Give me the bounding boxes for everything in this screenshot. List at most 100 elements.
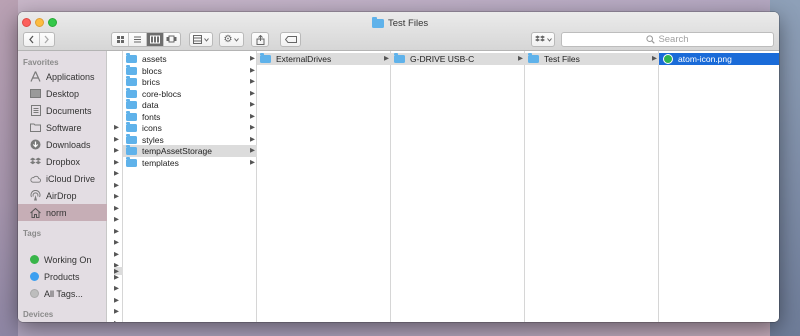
dropbox-button[interactable] — [531, 32, 555, 47]
favorites-header: Favorites — [23, 58, 59, 67]
minimize-button[interactable] — [35, 18, 44, 27]
action-button[interactable]: ⚙ — [219, 32, 244, 47]
list-view-button[interactable] — [129, 33, 147, 46]
list-item[interactable]: templates ▶ — [123, 156, 257, 169]
sidebar-item-dropbox[interactable]: Dropbox — [18, 153, 107, 170]
column-view-button[interactable] — [146, 33, 164, 46]
disclosure-triangle-icon: ▶ — [114, 182, 119, 189]
list-item[interactable]: data ▶ — [123, 98, 257, 111]
list-item[interactable]: assets ▶ — [123, 52, 257, 65]
sidebar-item-label: Products — [44, 271, 80, 282]
home-icon — [30, 207, 41, 218]
chevron-right-icon: ▶ — [652, 55, 657, 62]
folder-icon — [126, 156, 137, 167]
sidebar-item-label: iCloud Drive — [46, 173, 96, 184]
grid-icon — [116, 36, 124, 43]
folder-icon — [394, 52, 405, 63]
sidebar-tag-products[interactable]: Products — [18, 268, 107, 285]
dropbox-icon — [534, 35, 545, 42]
folder-icon — [126, 75, 137, 86]
chevron-right-icon: ▶ — [250, 90, 255, 97]
finder-window: Test Files ⚙ Search Favorites Applicatio… — [18, 12, 779, 322]
list-item[interactable]: styles ▶ — [123, 133, 257, 146]
chevron-down-icon — [546, 37, 552, 42]
sidebar-item-applications[interactable]: Applications — [18, 68, 107, 85]
list-item[interactable]: blocs ▶ — [123, 64, 257, 77]
back-button[interactable] — [24, 33, 40, 46]
arrange-button[interactable] — [189, 32, 213, 47]
chevron-right-icon: ▶ — [250, 55, 255, 62]
folder-icon — [126, 64, 137, 75]
sidebar-item-label: Applications — [46, 71, 95, 82]
sidebar-item-desktop[interactable]: Desktop — [18, 85, 107, 102]
chevron-right-icon: ▶ — [384, 55, 389, 62]
sidebar-tag-working-on[interactable]: Working On — [18, 251, 107, 268]
sidebar-item-software[interactable]: Software — [18, 119, 107, 136]
sidebar-item-icloud-drive[interactable]: iCloud Drive — [18, 170, 107, 187]
sidebar-item-label: norm — [46, 207, 67, 218]
sidebar-item-label: Desktop — [46, 88, 80, 99]
sidebar-item-downloads[interactable]: Downloads — [18, 136, 107, 153]
chevron-right-icon: ▶ — [250, 147, 255, 154]
list-item[interactable]: core-blocs ▶ — [123, 87, 257, 100]
list-item-selected[interactable]: G-DRIVE USB-C ▶ — [391, 52, 525, 65]
tag-icon — [284, 36, 297, 43]
arrange-grid-icon — [193, 35, 202, 44]
list-item-selected-file[interactable]: atom-icon.png — [659, 53, 779, 65]
sidebar-item-norm[interactable]: norm — [18, 204, 107, 221]
folder-icon — [30, 122, 41, 133]
disclosure-triangle-icon: ▶ — [114, 193, 119, 200]
tags-header: Tags — [23, 229, 42, 238]
sidebar-item-label: Downloads — [46, 139, 91, 150]
list-item[interactable]: fonts ▶ — [123, 110, 257, 123]
icon-view-button[interactable] — [112, 33, 130, 46]
zoom-button[interactable] — [48, 18, 57, 27]
disclosure-triangle-icon: ▶ — [114, 239, 119, 246]
disclosure-triangle-icon: ▶ — [114, 124, 119, 131]
chevron-right-icon: ▶ — [518, 55, 523, 62]
list-item[interactable]: icons ▶ — [123, 121, 257, 134]
search-icon — [646, 35, 656, 44]
list-icon — [133, 36, 141, 43]
documents-icon — [30, 105, 41, 116]
cover-flow-view-button[interactable] — [164, 33, 180, 46]
folder-icon — [126, 110, 137, 121]
chevron-right-icon: ▶ — [250, 159, 255, 166]
chevron-right-icon: ▶ — [250, 101, 255, 108]
column-3: G-DRIVE USB-C ▶ — [391, 51, 525, 322]
search-field[interactable]: Search — [561, 32, 774, 47]
disclosure-triangle-icon: ▶ — [114, 297, 119, 304]
folder-icon — [260, 52, 271, 63]
list-item-selected[interactable]: Test Files ▶ — [525, 52, 659, 65]
forward-button[interactable] — [40, 33, 55, 46]
chevron-right-icon: ▶ — [250, 113, 255, 120]
sidebar-item-airdrop[interactable]: AirDrop — [18, 187, 107, 204]
list-item-selected[interactable]: ExternalDrives ▶ — [257, 52, 391, 65]
disclosure-triangle-icon: ▶ — [114, 216, 119, 223]
list-item[interactable]: brics ▶ — [123, 75, 257, 88]
disclosure-triangle-icon: ▶ — [114, 228, 119, 235]
disclosure-triangle-icon: ▶ — [114, 285, 119, 292]
sidebar-tag-all-tags[interactable]: All Tags... — [18, 285, 107, 302]
list-item-selected[interactable]: tempAssetStorage ▶ — [123, 144, 257, 157]
columns-icon — [149, 35, 160, 44]
folder-icon — [126, 52, 137, 63]
edit-tags-button[interactable] — [280, 32, 301, 47]
all-tags-icon — [30, 289, 39, 298]
chevron-left-icon — [28, 35, 34, 44]
desktop-icon — [30, 88, 41, 99]
disclosure-triangle-icon: ▶ — [114, 136, 119, 143]
applications-icon — [30, 71, 41, 82]
sidebar-item-label: Working On — [44, 254, 92, 265]
column-2: ExternalDrives ▶ — [257, 51, 391, 322]
folder-icon — [126, 87, 137, 98]
close-button[interactable] — [22, 18, 31, 27]
sidebar-item-label: Documents — [46, 105, 92, 116]
disclosure-triangle-icon: ▶ — [114, 319, 119, 322]
sidebar-item-documents[interactable]: Documents — [18, 102, 107, 119]
green-tag-dot-icon — [30, 255, 39, 264]
column-parent-disclosures: ▶ ▶ ▶ ▶ ▶ ▶ ▶ ▶ ▶ ▶ ▶ ▶ ▶ ▶ ▶ ▶ ▶ ▶ ▶ ▶ … — [107, 51, 123, 322]
search-placeholder: Search — [658, 34, 689, 45]
share-button[interactable] — [251, 32, 269, 47]
gear-icon: ⚙ — [223, 34, 233, 45]
